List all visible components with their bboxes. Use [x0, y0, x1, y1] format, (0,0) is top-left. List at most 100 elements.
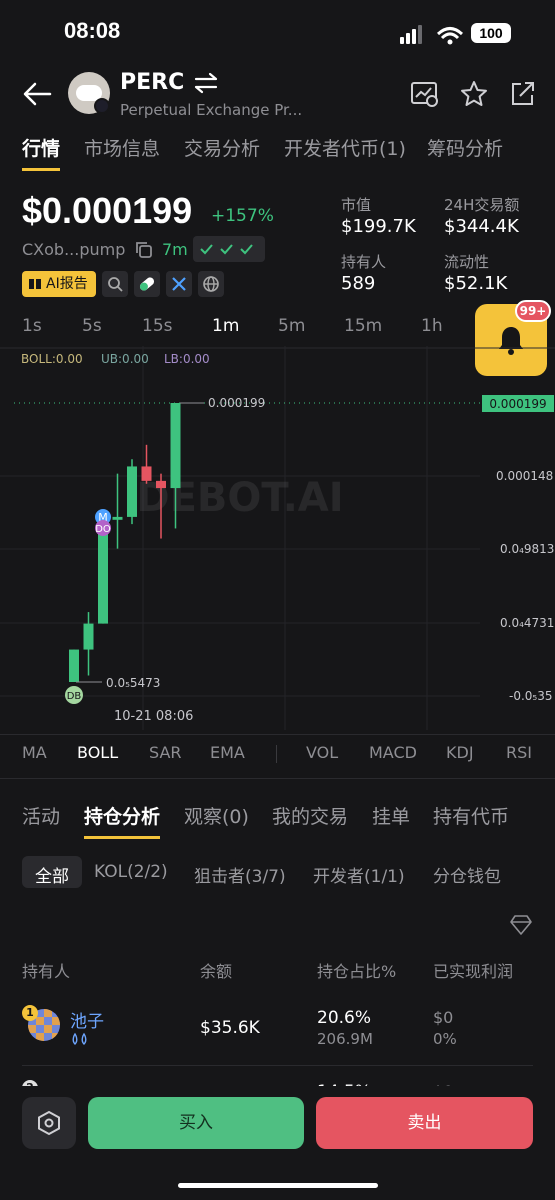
check-badges	[193, 236, 265, 262]
holders-value: 589	[341, 273, 376, 294]
current-price-label: 0.000199	[489, 397, 546, 411]
candle-body	[127, 466, 137, 517]
holder-balance: $35.6K	[200, 1018, 260, 1038]
candlestick-chart[interactable]: DEBOT.AI 0.000199 BOLL:0.00 UB:0.00 LB:0…	[0, 346, 555, 730]
divider	[0, 734, 555, 735]
candle-body	[156, 480, 166, 489]
globe-icon[interactable]	[198, 271, 224, 297]
timeframe-15m[interactable]: 15m	[344, 316, 382, 336]
swap-icon[interactable]	[193, 72, 219, 98]
timeframe-5s[interactable]: 5s	[82, 316, 102, 336]
tab-watch[interactable]: 观察(0)	[184, 802, 249, 829]
notification-badge: 99+	[515, 300, 551, 322]
holder-share: 20.6%	[317, 1008, 372, 1028]
indicator-ema[interactable]: EMA	[210, 743, 245, 762]
col-share[interactable]: 持仓占比%	[317, 958, 396, 982]
liquidity-label: 流动性	[444, 253, 490, 271]
drops-icon	[70, 1032, 90, 1052]
settings-button[interactable]	[22, 1097, 76, 1149]
tab-market-info[interactable]: 市场信息	[84, 134, 160, 161]
filter-devs[interactable]: 开发者(1/1)	[313, 862, 405, 887]
filter-snipers[interactable]: 狙击者(3/7)	[194, 862, 286, 887]
star-icon[interactable]	[460, 80, 488, 112]
y-tick: 0.000148	[496, 469, 553, 483]
tab-market[interactable]: 行情	[22, 134, 60, 161]
diamond-icon[interactable]	[509, 914, 533, 940]
candle-body	[141, 466, 152, 481]
row-divider	[22, 1065, 533, 1066]
volume-label: 24H交易额	[444, 196, 520, 214]
y-axis-ticks: 0.000148 0.0₄9813 0.0₄4731 -0.0₅35	[496, 469, 554, 703]
indicator-vol[interactable]: VOL	[306, 743, 338, 762]
token-symbol: PERC	[120, 70, 185, 95]
indicator-boll[interactable]: BOLL	[77, 743, 118, 762]
tab-activity[interactable]: 活动	[22, 802, 60, 829]
chart-monitor-icon[interactable]	[410, 80, 440, 112]
indicator-kdj[interactable]: KDJ	[446, 743, 474, 762]
buy-button[interactable]: 买入	[88, 1097, 304, 1149]
timeframe-15s[interactable]: 15s	[142, 316, 173, 336]
lb-legend: LB:0.00	[164, 352, 210, 366]
candle-body	[170, 403, 181, 489]
grid	[0, 346, 555, 730]
filter-sub-wallets[interactable]: 分仓钱包	[433, 862, 501, 887]
timeframe-5m[interactable]: 5m	[278, 316, 305, 336]
y-tick: -0.0₅35	[509, 689, 553, 703]
divider	[0, 778, 555, 779]
boll-legend: BOLL:0.00	[21, 352, 83, 366]
token-name: Perpetual Exchange Pr...	[120, 101, 303, 119]
indicator-sar[interactable]: SAR	[149, 743, 182, 762]
tab-holdings-analysis[interactable]: 持仓分析	[84, 802, 160, 829]
tab-dev-tokens[interactable]: 开发者代币(1)	[284, 134, 406, 161]
chain-icon	[94, 98, 110, 114]
liquidity-value: $52.1K	[444, 273, 508, 294]
tab-orders[interactable]: 挂单	[372, 802, 410, 829]
marker-db-text: DB	[67, 691, 82, 702]
section-tab-underline	[84, 836, 160, 839]
filter-all[interactable]: 全部	[35, 862, 69, 887]
book-icon	[29, 279, 41, 289]
token-age: 7m	[162, 240, 188, 259]
ub-legend: UB:0.00	[101, 352, 149, 366]
copy-icon[interactable]	[134, 240, 154, 264]
filter-kol[interactable]: KOL(2/2)	[94, 862, 168, 882]
battery-icon: 100	[471, 23, 511, 43]
x-axis-label: 10-21 08:06	[114, 709, 193, 724]
timeframe-1h[interactable]: 1h	[421, 316, 443, 336]
share-icon[interactable]	[508, 80, 536, 112]
price-change: +157%	[211, 206, 274, 226]
home-indicator	[178, 1183, 378, 1188]
search-icon[interactable]	[102, 271, 128, 297]
market-cap-value: $199.7K	[341, 216, 416, 237]
candle-body	[112, 516, 123, 520]
holders-label: 持有人	[341, 253, 387, 271]
indicator-divider	[276, 745, 277, 763]
tab-my-trades[interactable]: 我的交易	[272, 802, 348, 829]
min-label: 0.0₅5473	[106, 676, 160, 690]
x-twitter-icon[interactable]	[166, 271, 192, 297]
holder-name[interactable]: 池子	[70, 1007, 104, 1032]
status-time: 08:08	[64, 18, 121, 43]
volume-value: $344.4K	[444, 216, 519, 237]
marker-do-text: DO	[95, 524, 111, 535]
indicator-rsi[interactable]: RSI	[506, 743, 532, 762]
col-holder[interactable]: 持有人	[22, 958, 70, 982]
col-realized-profit[interactable]: 已实现利润	[433, 958, 513, 982]
y-tick: 0.0₄4731	[500, 616, 554, 630]
token-avatar	[68, 72, 110, 114]
col-balance[interactable]: 余额	[200, 958, 232, 982]
hexagon-settings-icon	[38, 1110, 60, 1136]
sell-button[interactable]: 卖出	[316, 1097, 533, 1149]
timeframe-1s[interactable]: 1s	[22, 316, 42, 336]
indicator-macd[interactable]: MACD	[369, 743, 417, 762]
holder-profit: $0	[433, 1008, 454, 1027]
holder-profit-pct: 0%	[433, 1030, 457, 1048]
tab-held-tokens[interactable]: 持有代币	[433, 802, 509, 829]
ai-report-button[interactable]: AI报告	[22, 271, 96, 297]
timeframe-1m[interactable]: 1m	[212, 316, 239, 336]
indicator-ma[interactable]: MA	[22, 743, 47, 762]
tab-trade-analysis[interactable]: 交易分析	[184, 134, 260, 161]
pill-icon[interactable]	[134, 271, 160, 297]
back-icon[interactable]	[22, 80, 52, 112]
tab-chips[interactable]: 筹码分析	[427, 134, 503, 161]
